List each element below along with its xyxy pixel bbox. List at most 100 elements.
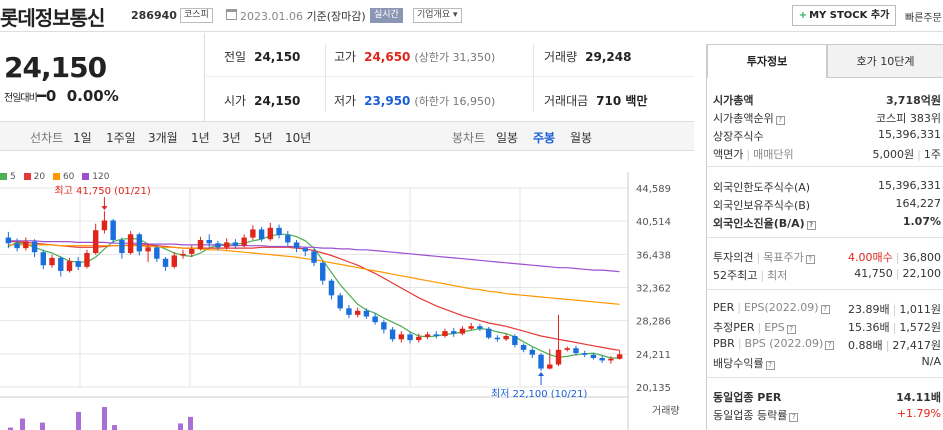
candle-body: [101, 220, 108, 231]
market-tag: 코스피: [180, 8, 213, 23]
candle-body: [494, 337, 501, 340]
invest-row-value: 코스피 383위: [876, 112, 941, 125]
period-1d[interactable]: 1일: [73, 129, 92, 146]
candle-body: [398, 334, 405, 340]
y-tick-label: 40,514: [636, 217, 671, 228]
invest-row-value: 15,396,331: [878, 179, 941, 192]
candle-body: [468, 326, 474, 329]
invest-row: 외국인소진율(B/A)? 1.07%: [713, 213, 943, 232]
candle-body: [92, 230, 99, 254]
candle-body: [520, 344, 527, 350]
invest-row: PER | EPS(2022.09)? 23.89배 | 1,011원: [713, 299, 943, 318]
volume-bar: [20, 418, 25, 430]
low-note: 최저 22,100 (10/21): [491, 388, 587, 400]
current-price: 24,150: [4, 51, 107, 84]
candle-body: [250, 229, 256, 238]
candle-monthly[interactable]: 월봉: [570, 129, 592, 146]
plus-icon: +: [798, 10, 808, 21]
candle-body: [555, 349, 562, 365]
help-icon[interactable]: ?: [825, 341, 835, 350]
quote-grid: 전일 24,150 고가 24,650 (상한가 31,350) 거래량 29,248 …: [206, 33, 694, 121]
period-bar: 선차트 1일 1주일 3개월 1년 3년 5년 10년 봉차트 일봉 주봉 월봉: [0, 121, 694, 151]
invest-row-value: 14.11배: [896, 391, 941, 404]
low-price: 저가 23,950 (하한가 16,950): [334, 94, 496, 108]
low-arrow-head: [538, 372, 545, 377]
candle-body: [328, 280, 335, 296]
candle-body: [599, 357, 605, 361]
candle-body: [162, 258, 169, 267]
invest-row: 추정PER | EPS? 15.36배 | 1,572원: [713, 317, 943, 336]
candle-body: [154, 247, 160, 259]
invest-row: 시가총액 3,718억원: [713, 90, 943, 109]
help-icon[interactable]: ?: [775, 116, 785, 125]
invest-row-value: 23.89배 | 1,011원: [848, 303, 941, 316]
candle-body: [110, 220, 116, 240]
volume-bar: [178, 423, 183, 430]
candle-body: [171, 255, 177, 267]
candle-body: [276, 227, 282, 236]
trade-amount: 거래대금 710 백만: [544, 94, 648, 108]
invest-row: 외국인한도주식수(A) 15,396,331: [713, 177, 943, 196]
volume-bar: [102, 407, 107, 430]
divider: [206, 76, 694, 77]
invest-panel: 투자정보 호가 10단계 시가총액 3,718억원 시가총액순위? 코스피 383위 상…: [706, 44, 943, 430]
price-change: 전일대비━0 0.00%: [4, 87, 119, 105]
invest-row-label: 외국인한도주식수(A): [713, 181, 811, 194]
candle-body: [346, 308, 352, 315]
y-tick-label: 24,211: [636, 350, 671, 361]
period-10y[interactable]: 10년: [285, 129, 311, 146]
invest-row: 동일업종 PER 14.11배: [713, 387, 943, 406]
period-3y[interactable]: 3년: [222, 129, 241, 146]
candle-body: [407, 334, 413, 341]
period-3m[interactable]: 3개월: [148, 129, 178, 146]
help-icon[interactable]: ?: [789, 413, 799, 422]
candle-body: [180, 253, 186, 256]
invest-row-label: 시가총액: [713, 94, 754, 107]
candle-body: [477, 326, 483, 329]
company-overview-button[interactable]: 기업개요 ▾: [413, 8, 462, 23]
candle-body: [232, 242, 239, 246]
help-icon[interactable]: ?: [765, 361, 775, 370]
tab-invest-info[interactable]: 투자정보: [707, 44, 827, 78]
panel-divider: [707, 166, 943, 167]
help-icon[interactable]: ?: [806, 221, 816, 230]
candle-body: [389, 329, 396, 340]
candle-body: [66, 261, 73, 271]
invest-row-label: 투자의견 | 목표주가?: [713, 249, 815, 265]
y-tick-label: 36,438: [636, 250, 671, 261]
stock-code: 286940: [131, 9, 177, 22]
candle-body: [267, 227, 274, 240]
tab-orderbook[interactable]: 호가 10단계: [827, 44, 943, 78]
candle-body: [75, 261, 81, 267]
panel-divider: [707, 289, 943, 290]
candle-body: [503, 336, 509, 340]
realtime-button[interactable]: 실시간: [370, 8, 403, 23]
candle-body: [23, 241, 29, 249]
candle-body: [538, 354, 544, 369]
period-1y[interactable]: 1년: [191, 129, 210, 146]
candle-daily[interactable]: 일봉: [496, 129, 518, 146]
help-icon[interactable]: ?: [786, 325, 796, 334]
candle-body: [215, 243, 221, 248]
invest-row-value: 3,718억원: [885, 94, 941, 107]
candle-body: [84, 253, 90, 267]
candle-body: [311, 251, 317, 263]
volume: 거래량 29,248: [544, 50, 632, 64]
invest-row: 배당수익률? N/A: [713, 353, 943, 372]
invest-row-value: 1.07%: [902, 215, 941, 228]
candle-body: [5, 237, 12, 244]
candle-body: [512, 336, 518, 345]
candle-weekly[interactable]: 주봉: [533, 129, 555, 146]
candle-body: [573, 348, 579, 354]
period-1w[interactable]: 1주일: [106, 129, 136, 146]
add-mystock-button[interactable]: + MY STOCK 추가: [792, 5, 896, 26]
stock-name: 롯데정보통신: [0, 6, 105, 30]
help-icon[interactable]: ?: [820, 305, 830, 314]
candle-body: [258, 229, 265, 240]
invest-row-label: 상장주식수: [713, 130, 764, 143]
help-icon[interactable]: ?: [805, 255, 815, 264]
period-5y[interactable]: 5년: [254, 129, 273, 146]
candle-body: [529, 349, 536, 355]
invest-row-value: 4.00매수 | 36,800: [848, 251, 941, 264]
quick-order-link[interactable]: 빠른주문: [905, 9, 942, 24]
